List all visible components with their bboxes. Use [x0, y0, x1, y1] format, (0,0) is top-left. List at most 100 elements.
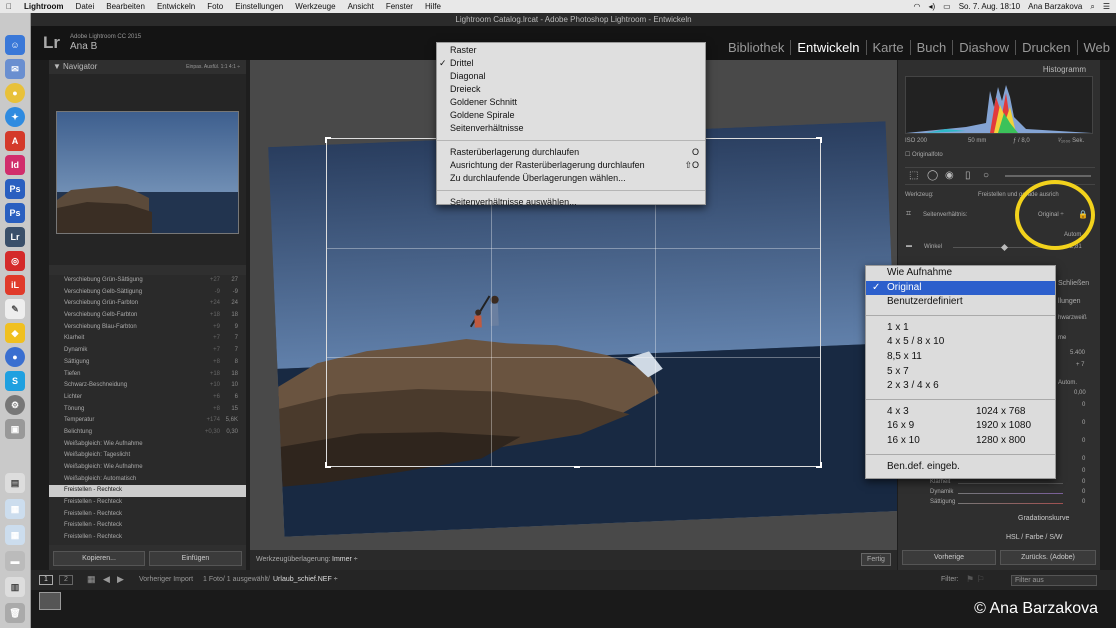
- filmstrip-thumbnail[interactable]: [39, 592, 61, 610]
- acrobat-icon[interactable]: A: [5, 131, 25, 151]
- history-item[interactable]: Freistellen - Rechteck: [49, 485, 246, 498]
- module-karte[interactable]: Karte: [865, 40, 910, 55]
- overlay-menu-item[interactable]: Seitenverhältnisse auswählen...: [437, 196, 705, 209]
- history-item[interactable]: Dynamik +7 7: [49, 345, 246, 357]
- history-item[interactable]: Freistellen - Rechteck: [49, 497, 246, 509]
- overlay-menu-item[interactable]: Dreieck: [437, 83, 705, 96]
- back-arrow-icon[interactable]: ◀: [103, 574, 110, 585]
- history-item[interactable]: Tiefen +18 18: [49, 369, 246, 381]
- overlay-menu-item[interactable]: Rasterüberlagerung durchlaufen O: [437, 146, 705, 159]
- tool-overlay-select[interactable]: Immer ÷: [332, 556, 358, 563]
- overlay-menu-item[interactable]: Diagonal: [437, 70, 705, 83]
- menubar-user[interactable]: Ana Barzakova: [1028, 2, 1082, 11]
- overlay-menu-item[interactable]: Goldener Schnitt: [437, 96, 705, 109]
- history-item[interactable]: Weißabgleich: Automatisch: [49, 474, 246, 486]
- notification-icon[interactable]: ☰: [1103, 2, 1110, 11]
- file-name[interactable]: Urlaub_schief.NEF ÷: [273, 576, 338, 583]
- shadows-value[interactable]: 0: [1082, 438, 1085, 444]
- history-item[interactable]: Tönung +8 15: [49, 404, 246, 416]
- spot-tool-icon[interactable]: ◯: [927, 170, 938, 181]
- system-prefs-icon[interactable]: ⚙: [5, 395, 25, 415]
- page-1-button[interactable]: 1: [39, 575, 53, 585]
- history-item[interactable]: Verschiebung Blau-Farbton +9 9: [49, 322, 246, 334]
- menu-ansicht[interactable]: Ansicht: [342, 2, 380, 11]
- overlay-menu-item[interactable]: Raster: [437, 44, 705, 57]
- crop-handle-bottom[interactable]: [573, 462, 580, 468]
- image-capture-icon[interactable]: ▣: [5, 419, 25, 439]
- history-item[interactable]: Temperatur +174 5,6K: [49, 415, 246, 427]
- folder-icon[interactable]: ▥: [5, 577, 25, 597]
- highlights-value[interactable]: 0: [1082, 420, 1085, 426]
- temp-value[interactable]: 5.400: [1070, 350, 1085, 356]
- brush-slider[interactable]: [1005, 175, 1091, 177]
- safari-icon[interactable]: ✦: [5, 107, 25, 127]
- crop-handle-br[interactable]: [816, 462, 822, 468]
- menubar-clock[interactable]: So. 7. Aug. 18:10: [959, 2, 1020, 11]
- left-panel-edge[interactable]: [31, 60, 49, 570]
- navigator-thumbnail[interactable]: [56, 111, 239, 234]
- navigator-zoom-modes[interactable]: Einpas. Ausfül. 1:1 4:1 ÷: [186, 60, 240, 74]
- overlay-menu-item[interactable]: Zu durchlaufende Überlagerungen wählen..…: [437, 172, 705, 185]
- history-item[interactable]: Klarheit +7 7: [49, 333, 246, 345]
- module-drucken[interactable]: Drucken: [1015, 40, 1076, 55]
- right-panel-edge[interactable]: [1100, 60, 1116, 570]
- aspect-option[interactable]: 4 x 3 1024 x 768: [866, 405, 1055, 420]
- history-item[interactable]: Verschiebung Grün-Sättigung +27 27: [49, 275, 246, 287]
- photoshop2-icon[interactable]: Ps: [5, 203, 25, 223]
- previous-button[interactable]: Vorherige: [902, 550, 996, 565]
- screenshot-icon[interactable]: ▦: [5, 499, 25, 519]
- whites-value[interactable]: 0: [1082, 456, 1085, 462]
- module-bibliothek[interactable]: Bibliothek: [722, 40, 790, 55]
- flag-icon[interactable]: ⚑ ⚐: [966, 574, 985, 585]
- module-entwickeln[interactable]: Entwickeln: [790, 40, 865, 55]
- overlay-menu-item[interactable]: ✓ Drittel: [437, 57, 705, 70]
- history-item[interactable]: Schwarz-Beschneidung +10 10: [49, 380, 246, 392]
- thunderbird-icon[interactable]: ●: [5, 347, 25, 367]
- document-icon[interactable]: ▤: [5, 473, 25, 493]
- history-item[interactable]: Verschiebung Grün-Farbton +24 24: [49, 298, 246, 310]
- grid-view-icon[interactable]: ▦: [87, 574, 96, 585]
- reset-button[interactable]: Zurücks. (Adobe): [1000, 550, 1096, 565]
- history-item[interactable]: Belichtung +0,30 0,30: [49, 427, 246, 439]
- paste-button[interactable]: Einfügen: [149, 551, 242, 566]
- history-item[interactable]: Lichter +6 6: [49, 392, 246, 404]
- menu-hilfe[interactable]: Hilfe: [419, 2, 447, 11]
- aspect-option[interactable]: Wie Aufnahme: [866, 266, 1055, 281]
- history-item[interactable]: Freistellen - Rechteck: [49, 520, 246, 532]
- history-item[interactable]: Freistellen - Rechteck: [49, 532, 246, 544]
- lightroom-icon[interactable]: Lr: [5, 227, 25, 247]
- blacks-value[interactable]: 0: [1082, 468, 1085, 474]
- histogram[interactable]: [905, 76, 1093, 134]
- history-item[interactable]: Weißabgleich: Wie Aufnahme: [49, 439, 246, 451]
- apple-icon[interactable]: : [0, 2, 18, 11]
- illustrator-like-icon[interactable]: iL: [5, 275, 25, 295]
- indesign-icon[interactable]: Id: [5, 155, 25, 175]
- menu-app[interactable]: Lightroom: [18, 2, 70, 11]
- cyberduck-icon[interactable]: ◆: [5, 323, 25, 343]
- page-2-button[interactable]: 2: [59, 575, 73, 585]
- angle-slider-knob[interactable]: [1000, 243, 1009, 252]
- crop-handle-tl[interactable]: [325, 137, 331, 143]
- aspect-option[interactable]: ✓ Original: [866, 280, 1055, 296]
- previous-import[interactable]: Vorheriger Import: [139, 576, 193, 583]
- redeye-tool-icon[interactable]: ◉: [945, 170, 954, 181]
- aspect-option[interactable]: 2 x 3 / 4 x 6: [866, 379, 1055, 394]
- menu-datei[interactable]: Datei: [70, 2, 101, 11]
- tint-value[interactable]: + 7: [1076, 362, 1085, 368]
- crop-handle-tr[interactable]: [816, 137, 822, 143]
- overlay-menu-item[interactable]: Seitenverhältnisse: [437, 122, 705, 135]
- overlay-menu-item[interactable]: Goldene Spirale: [437, 109, 705, 122]
- clarity-value[interactable]: 0: [1082, 479, 1085, 485]
- module-buch[interactable]: Buch: [909, 40, 953, 55]
- exposure-value[interactable]: 0,00: [1074, 390, 1086, 396]
- aspect-option[interactable]: 16 x 9 1920 x 1080: [866, 419, 1055, 434]
- graduated-filter-icon[interactable]: ▯: [965, 170, 971, 181]
- navigator-header[interactable]: ▼ Navigator Einpas. Ausfül. 1:1 4:1 ÷: [49, 60, 246, 74]
- battery-icon[interactable]: ▭: [943, 2, 951, 11]
- menu-werkzeuge[interactable]: Werkzeuge: [289, 2, 341, 11]
- module-diashow[interactable]: Diashow: [952, 40, 1015, 55]
- vibrance-value[interactable]: 0: [1082, 489, 1085, 495]
- history-list[interactable]: Verschiebung Grün-Sättigung +27 27 Verschie…: [49, 275, 246, 545]
- aspect-option[interactable]: 1 x 1: [866, 321, 1055, 336]
- tone-curve-header[interactable]: Gradationskurve: [1018, 515, 1069, 522]
